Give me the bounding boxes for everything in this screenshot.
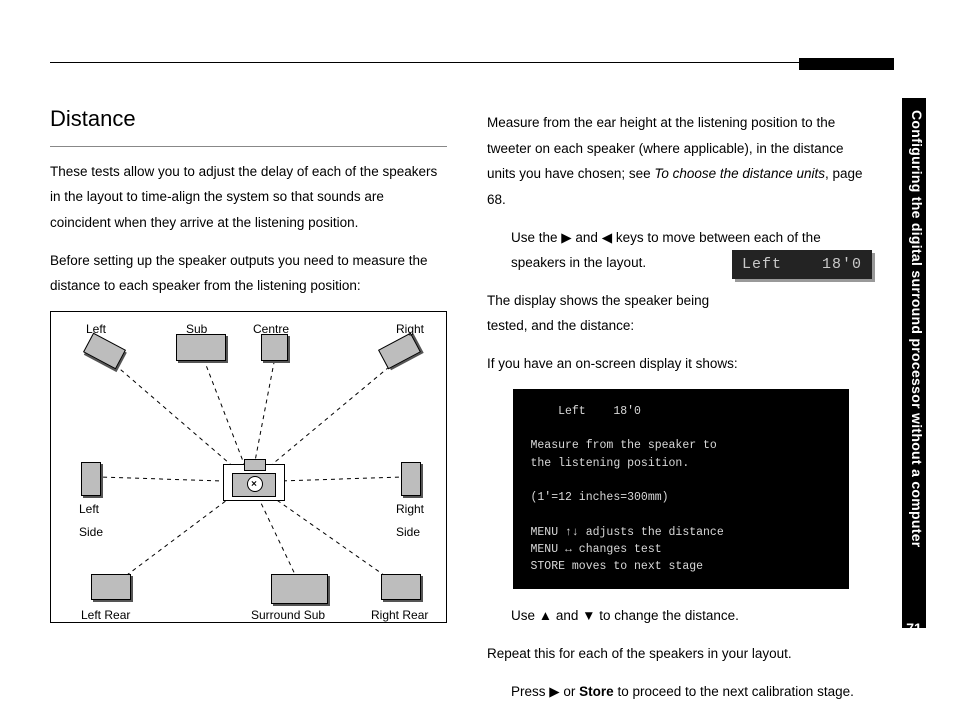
on-screen-display: Left 18'0 Measure from the speaker to th…: [513, 389, 849, 590]
label-sub: Sub: [186, 318, 207, 341]
bullet2-b: to change the distance.: [596, 608, 739, 623]
label-right-rear: Right Rear: [371, 604, 428, 627]
label-right: Right: [396, 318, 424, 341]
bullet-adjust-distance: Use ▲ and ▼ to change the distance.: [511, 603, 874, 629]
speaker-left-rear-icon: [91, 574, 131, 600]
speaker-surround-sub-icon: [271, 574, 328, 604]
section-title: Configuring the digital surround process…: [903, 110, 925, 548]
listener-icon: [223, 464, 285, 501]
speaker-right-side-icon: [401, 462, 421, 496]
label-left-side: Left Side: [79, 498, 103, 544]
bullet1-a: Use the: [511, 230, 561, 245]
right-left-arrow-icon: ▶ and ◀: [561, 230, 612, 245]
document-page: Configuring the digital surround process…: [0, 0, 954, 674]
right-arrow-icon: ▶: [549, 684, 559, 699]
ref-distance-units: To choose the distance units: [654, 166, 825, 181]
left-column: Distance These tests allow you to adjust…: [50, 98, 447, 644]
speaker-left-side-icon: [81, 462, 101, 496]
bullet2-a: Use: [511, 608, 539, 623]
speaker-right-rear-icon: [381, 574, 421, 600]
bullet3-c: to proceed to the next calibration stage…: [614, 684, 854, 699]
label-left-rear: Left Rear: [81, 604, 130, 627]
measure-para: Measure from the ear height at the liste…: [487, 110, 874, 213]
display-shows-para: The display shows the speaker being test…: [487, 288, 717, 339]
speaker-layout-diagram: Left Sub Centre Right Left Side Right Si…: [50, 311, 447, 623]
bullet-nav-keys: Use the ▶ and ◀ keys to move between eac…: [511, 225, 874, 276]
bullet3-b: or: [560, 684, 580, 699]
right-column: Measure from the ear height at the liste…: [487, 98, 874, 644]
intro-para-2: Before setting up the speaker outputs yo…: [50, 248, 447, 299]
label-right-side: Right Side: [396, 498, 424, 544]
osd-intro-para: If you have an on-screen display it show…: [487, 351, 874, 377]
bullet-proceed: Press ▶ or Store to proceed to the next …: [511, 679, 874, 704]
bullet3-a: Press: [511, 684, 549, 699]
intro-para-1: These tests allow you to adjust the dela…: [50, 159, 447, 236]
label-left: Left: [86, 318, 106, 341]
heading-distance: Distance: [50, 98, 447, 147]
label-centre: Centre: [253, 318, 289, 341]
store-label: Store: [579, 684, 614, 699]
header-tab: [799, 58, 894, 70]
header-rule: [50, 62, 799, 63]
content-columns: Distance These tests allow you to adjust…: [50, 98, 874, 644]
up-down-arrow-icon: ▲ and ▼: [539, 608, 596, 623]
repeat-para: Repeat this for each of the speakers in …: [487, 641, 874, 667]
label-surround-sub: Surround Sub: [251, 604, 325, 627]
page-number: 71: [903, 620, 925, 636]
